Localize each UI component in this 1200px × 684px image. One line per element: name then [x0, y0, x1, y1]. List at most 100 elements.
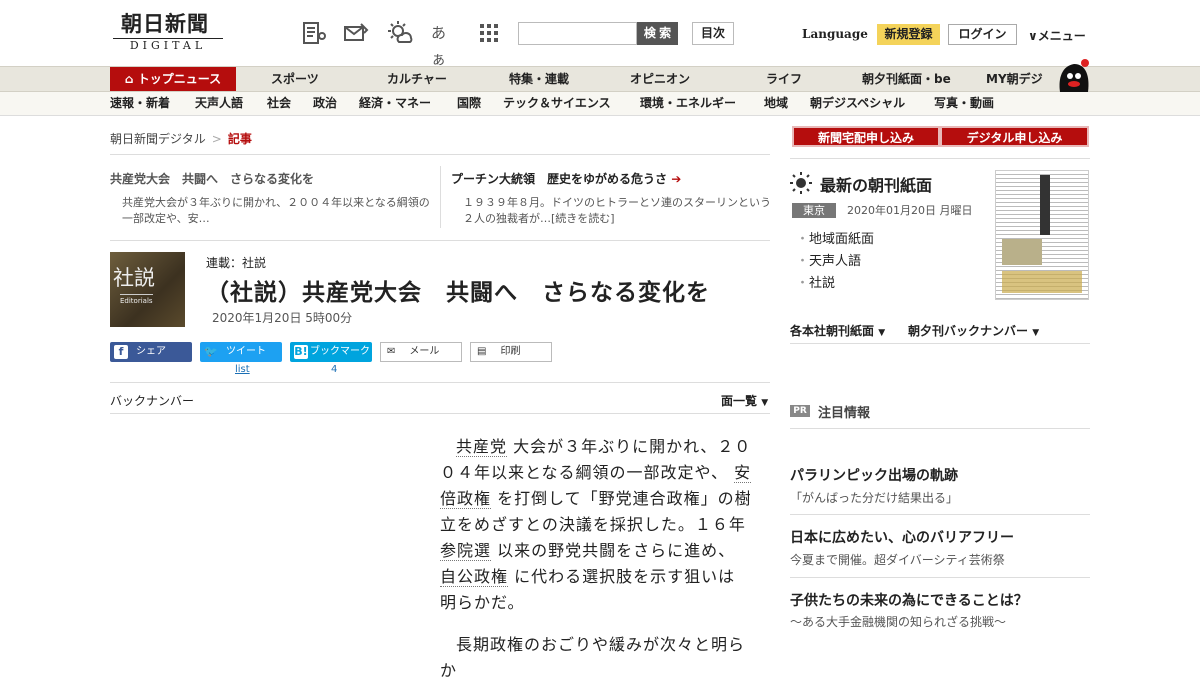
headline-block [1040, 175, 1050, 235]
home-icon: ⌂ [124, 72, 138, 86]
nav2-special[interactable]: 朝デジスペシャル [810, 92, 905, 115]
toc-button[interactable]: 目次 [692, 22, 734, 45]
nav2-economy[interactable]: 経済・マネー [359, 92, 431, 115]
latest-item-tensei[interactable]: 天声人語 [796, 250, 861, 269]
nav2-society[interactable]: 社会 [267, 92, 291, 115]
twitter-share-button[interactable]: 🐦 ツイート [200, 342, 282, 362]
twitter-icon: 🐦 [204, 345, 218, 358]
backnumber-link[interactable]: バックナンバー [110, 392, 194, 409]
nav2-environment[interactable]: 環境・エネルギー [640, 92, 736, 115]
subscribe-digital-button[interactable]: デジタル申し込み [940, 126, 1089, 147]
facebook-icon: f [114, 345, 128, 359]
subscribe-home-delivery-button[interactable]: 新聞宅配申し込み [792, 126, 940, 147]
related-summary-2-wrap: １９３９年８月。ドイツのヒトラーとソ連のスターリンという２人の独裁者が…[続きを… [451, 195, 771, 227]
nav-features[interactable]: 特集・連載 [509, 67, 569, 91]
ad-block [1002, 271, 1082, 293]
print-button[interactable]: ▤ 印刷 [470, 342, 552, 362]
hatena-count[interactable]: 4 [331, 364, 337, 375]
pr-item-3-title[interactable]: 子供たちの未来の為にできることは？ [790, 590, 1028, 610]
divider [790, 428, 1090, 429]
pr-badge: PR [790, 405, 810, 417]
keyword-link-kyosanto[interactable]: 共産党 [456, 437, 508, 457]
related-article-1[interactable]: 共産党大会 共闘へ さらなる変化を 共産党大会が３年ぶりに開かれ、２００４年以来… [110, 170, 430, 227]
breadcrumb-home[interactable]: 朝日新聞デジタル [110, 132, 206, 146]
arrow-right-icon: ➔ [671, 172, 682, 186]
series-label[interactable]: 連載：社説 [206, 254, 266, 271]
nav-life[interactable]: ライフ [766, 67, 802, 91]
pr-item-3-sub[interactable]: ～ある大手金融機関の知られざる挑戦～ [790, 613, 1006, 630]
weather-icon[interactable] [387, 20, 413, 46]
nav-paper[interactable]: 朝夕刊紙面・be [862, 67, 951, 91]
hatena-bookmark-button[interactable]: B! ブックマーク [290, 342, 372, 362]
nav2-latest[interactable]: 速報・新着 [110, 92, 170, 115]
nav-sports[interactable]: スポーツ [271, 67, 319, 91]
body-text-segment: 長期政権のおごりや緩みが次々と明らか [440, 635, 746, 680]
paper-date: 2020年01月20日 月曜日 [847, 204, 973, 217]
editorial-thumbnail: 社説 Editorials [110, 252, 185, 327]
dropdown-label: 各本社朝刊紙面 [790, 324, 875, 338]
newspaper-thumbnail[interactable] [995, 170, 1089, 300]
twitter-share-label: ツイート [226, 346, 266, 357]
nav2-region[interactable]: 地域 [764, 92, 788, 115]
breadcrumb-separator: > [211, 132, 222, 146]
mail-icon[interactable] [343, 20, 369, 46]
divider [110, 154, 770, 155]
related-article-2[interactable]: プーチン大統領 歴史をゆがめる危うさ ➔ １９３９年８月。ドイツのヒトラーとソ連… [451, 170, 771, 227]
pr-item-1-sub[interactable]: 「がんばった分だけ結果出る」 [790, 489, 958, 506]
facebook-share-button[interactable]: f シェア [110, 342, 192, 362]
font-size-icon[interactable]: あぁ [431, 20, 457, 68]
menu-label: メニュー [1037, 29, 1086, 43]
backnumber-dropdown[interactable]: 朝夕刊バックナンバー ▼ [908, 322, 1039, 339]
menu-button[interactable]: ∨メニュー [1028, 27, 1086, 44]
nav-top-news[interactable]: ⌂ トップニュース [110, 67, 236, 91]
dropdown-label: 朝夕刊バックナンバー [908, 324, 1029, 338]
nav-culture[interactable]: カルチャー [387, 67, 447, 91]
paragraph-1: 共産党 大会が３年ぶりに開かれ、２００４年以来となる綱領の一部改定や、 安倍政権… [440, 434, 752, 616]
mail-share-button[interactable]: ✉ メール [380, 342, 462, 362]
search-button[interactable]: 検 索 [637, 22, 678, 45]
twitter-list-link[interactable]: list [235, 364, 250, 375]
site-header: 朝日新聞 DIGITAL あぁ 検 索 目次 Language 新規登録 ログイ… [0, 0, 1200, 68]
hatena-icon: B! [294, 345, 308, 359]
nav2-tensei[interactable]: 天声人語 [195, 92, 243, 115]
mail-share-label: メール [409, 346, 440, 357]
related-title-1[interactable]: 共産党大会 共闘へ さらなる変化を [110, 170, 430, 187]
nav2-tech[interactable]: テック＆サイエンス [503, 92, 611, 115]
keyword-link-jiko-seiken[interactable]: 自公政権 [440, 567, 509, 587]
envelope-icon: ✉ [387, 346, 396, 357]
site-logo[interactable]: 朝日新聞 DIGITAL [113, 12, 233, 52]
page-list-dropdown[interactable]: 面一覧 ▼ [721, 392, 768, 409]
keyword-link-sanin-sen[interactable]: 参院選 [440, 541, 492, 561]
paragraph-2: 長期政権のおごりや緩みが次々と明らか [440, 632, 752, 684]
nav2-world[interactable]: 国際 [457, 92, 481, 115]
news-icon[interactable] [301, 20, 327, 46]
login-button[interactable]: ログイン [948, 24, 1017, 45]
latest-item-editorial[interactable]: 社説 [796, 272, 835, 291]
read-more-link[interactable]: [続きを読む] [551, 212, 615, 225]
hatena-label: ブックマーク [310, 346, 370, 357]
printer-icon: ▤ [477, 346, 487, 357]
nav-my[interactable]: MY朝デジ [986, 67, 1043, 91]
sun-icon [790, 172, 812, 194]
nav2-politics[interactable]: 政治 [313, 92, 337, 115]
search-input[interactable] [518, 22, 637, 45]
register-button[interactable]: 新規登録 [877, 24, 940, 45]
pr-item-2-sub[interactable]: 今夏まで開催。超ダイバーシティ芸術祭 [790, 551, 1005, 568]
body-text-segment: 以来の野党共闘をさらに進め、 [497, 541, 736, 560]
latest-item-regional[interactable]: 地域面紙面 [796, 228, 874, 247]
secondary-nav: 速報・新着 天声人語 社会 政治 経済・マネー 国際 テック＆サイエンス 環境・… [0, 92, 1200, 116]
regional-paper-dropdown[interactable]: 各本社朝刊紙面 ▼ [790, 322, 885, 339]
divider [790, 514, 1090, 515]
language-link[interactable]: Language [802, 27, 868, 41]
nav2-photo[interactable]: 写真・動画 [934, 92, 994, 115]
grid-menu-icon[interactable] [476, 20, 502, 46]
breadcrumb: 朝日新聞デジタル > 記事 [110, 130, 252, 147]
primary-nav: ⌂ トップニュース スポーツ カルチャー 特集・連載 オピニオン ライフ 朝夕刊… [0, 66, 1200, 92]
nav-top-news-label: トップニュース [137, 72, 222, 86]
related-summary-2: １９３９年８月。ドイツのヒトラーとソ連のスターリンという２人の独裁者が… [463, 196, 771, 225]
pr-item-1-title[interactable]: パラリンピック出場の軌跡 [790, 465, 958, 485]
related-title-2[interactable]: プーチン大統領 歴史をゆがめる危うさ [451, 172, 667, 186]
nav-opinion[interactable]: オピニオン [630, 67, 690, 91]
breadcrumb-current: 記事 [227, 132, 252, 146]
pr-item-2-title[interactable]: 日本に広めたい、心のバリアフリー [790, 527, 1014, 547]
